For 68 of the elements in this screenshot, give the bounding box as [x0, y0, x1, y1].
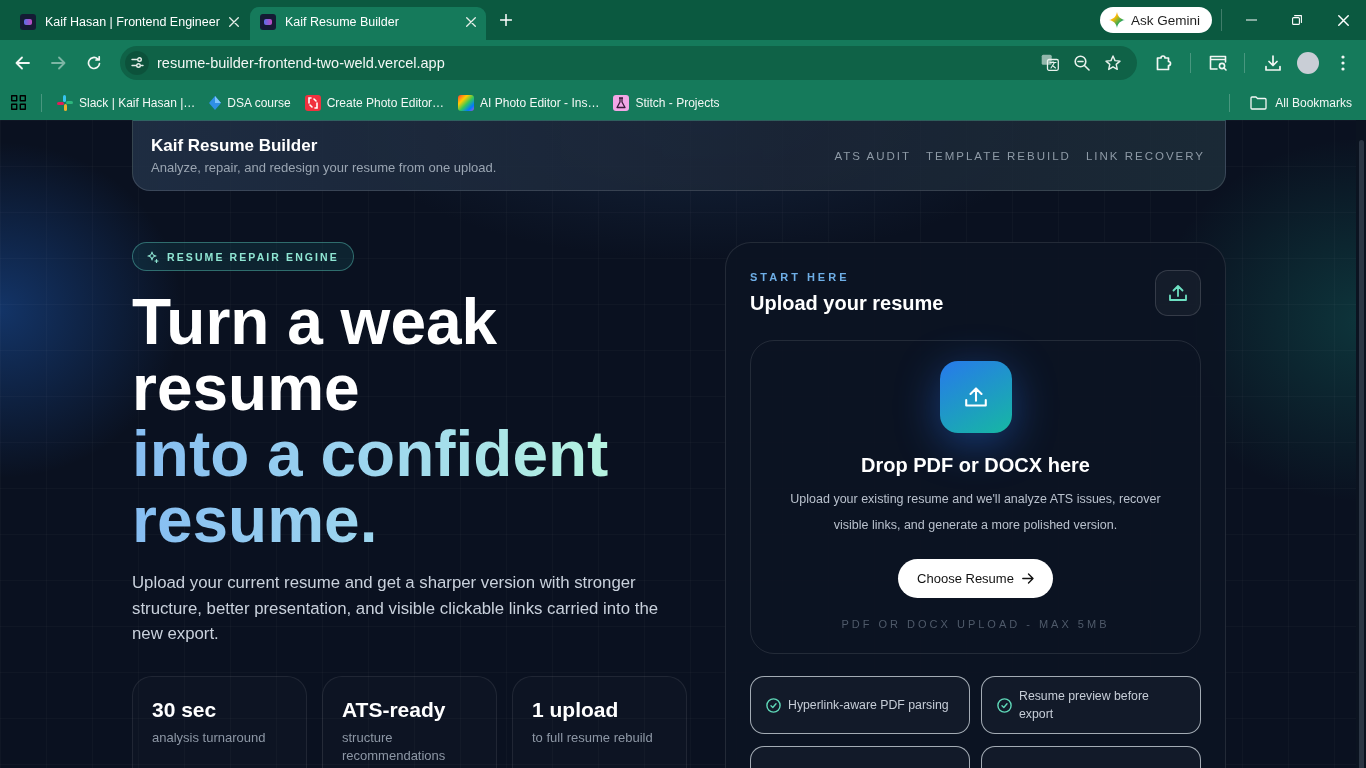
back-arrow-icon[interactable]	[14, 55, 30, 70]
upload-icon	[1169, 285, 1187, 301]
site-settings-icon[interactable]	[125, 50, 149, 75]
zoom-icon[interactable]	[1074, 54, 1090, 71]
close-icon[interactable]	[466, 17, 476, 27]
upload-button[interactable]	[1155, 270, 1201, 316]
check-circle-icon	[997, 697, 1012, 713]
browser-tab[interactable]: Kaif Hasan | Frontend Engineer	[10, 7, 246, 40]
scrollbar-thumb[interactable]	[1359, 140, 1364, 768]
stat-value: ATS-ready	[342, 697, 447, 722]
stat-value: 30 sec	[152, 697, 218, 722]
puzzle-piece-icon[interactable]	[1155, 54, 1173, 71]
reload-icon[interactable]	[87, 55, 101, 70]
translate-icon[interactable]	[1041, 54, 1059, 71]
upload-tile-icon	[939, 361, 1012, 433]
nav-link[interactable]: TEMPLATE REBUILD	[926, 149, 1071, 162]
diamond-icon	[209, 95, 222, 110]
bookmark-link[interactable]: Stitch - Projects	[613, 94, 720, 111]
nav-link[interactable]: LINK RECOVERY	[1085, 149, 1205, 162]
close-icon[interactable]	[228, 17, 239, 27]
dropzone[interactable]: Drop PDF or DOCX here Upload your existing resume and we'll analyze ATS issues, recover visible links, and generate a more polished version. Choose Resume PDF OR DOCX UPLOAD - MAX 5MB	[750, 340, 1201, 654]
sparkle-icon	[147, 250, 159, 263]
app-logo-icon	[20, 14, 36, 30]
panel-title: Upload your resume	[750, 291, 944, 316]
bookmark-link[interactable]: AI Photo Editor - Ins…	[458, 94, 600, 111]
nav-link[interactable]: ATS AUDIT	[834, 149, 911, 162]
minimize-icon[interactable]	[1245, 19, 1257, 21]
app-subtitle: Analyze, repair, and redesign your resume from one upload.	[151, 159, 497, 176]
download-icon[interactable]	[1265, 54, 1281, 71]
tab-search-icon[interactable]	[1209, 54, 1227, 71]
stat-label: structure recommendations	[342, 728, 447, 765]
pinwheel-icon	[57, 94, 73, 111]
plus-icon[interactable]	[500, 14, 512, 26]
sparkle-icon	[1108, 12, 1125, 28]
stat-label: to full resume rebuild	[532, 728, 654, 747]
bookmark-link[interactable]: Create Photo Editor…	[304, 94, 445, 111]
avatar-icon[interactable]	[1297, 51, 1319, 74]
bookmark-link[interactable]: DSA course	[209, 95, 291, 110]
hero-heading: Turn a weak resume into a confident resume.	[132, 289, 690, 553]
restore-icon[interactable]	[1292, 15, 1302, 25]
apps-grid-icon[interactable]	[11, 95, 26, 110]
badge-label: RESUME REPAIR ENGINE	[167, 250, 339, 263]
dropzone-description: Upload your existing resume and we'll analyze ATS issues, recover visible links, and generate a more polished version.	[789, 491, 1162, 534]
upload-note: PDF OR DOCX UPLOAD - MAX 5MB	[841, 617, 1110, 631]
stat-value: 1 upload	[532, 697, 620, 722]
eyebrow-label: START HERE	[750, 270, 851, 284]
dropzone-title: Drop PDF or DOCX here	[861, 453, 1090, 478]
hero-description: Upload your current resume and get a sharper version with stronger structure, better presentation, and visible clickable links carried into the new export.	[132, 572, 660, 645]
star-icon[interactable]	[1105, 54, 1121, 71]
app-title: Kaif Resume Builder	[151, 135, 319, 156]
folder-icon[interactable]	[1250, 95, 1268, 110]
bookmark-link[interactable]: Slack | Kaif Hasan |…	[57, 94, 196, 111]
flask-icon	[613, 94, 630, 111]
menu-icon[interactable]	[1341, 54, 1345, 71]
browser-tab[interactable]: Kaif Resume Builder	[250, 7, 486, 40]
spectrum-tile-icon	[458, 94, 475, 111]
all-bookmarks-link[interactable]: All Bookmarks	[1275, 95, 1352, 110]
check-circle-icon	[766, 697, 781, 713]
arrow-right-icon	[1021, 573, 1034, 584]
app-logo-icon	[260, 14, 276, 30]
url-text: resume-builder-frontend-two-weld.vercel.app	[157, 54, 445, 71]
ask-gemini-button[interactable]: Ask Gemini	[1099, 7, 1212, 33]
feature-text: Resume preview before export	[1019, 688, 1150, 723]
feature-text: Hyperlink-aware PDF parsing	[788, 697, 949, 714]
stat-label: analysis turnaround	[152, 728, 267, 747]
address-bar[interactable]: resume-builder-frontend-two-weld.vercel.app	[120, 45, 1137, 80]
choose-resume-button[interactable]: Choose Resume	[898, 559, 1053, 598]
bracket-tile-icon	[304, 94, 321, 111]
